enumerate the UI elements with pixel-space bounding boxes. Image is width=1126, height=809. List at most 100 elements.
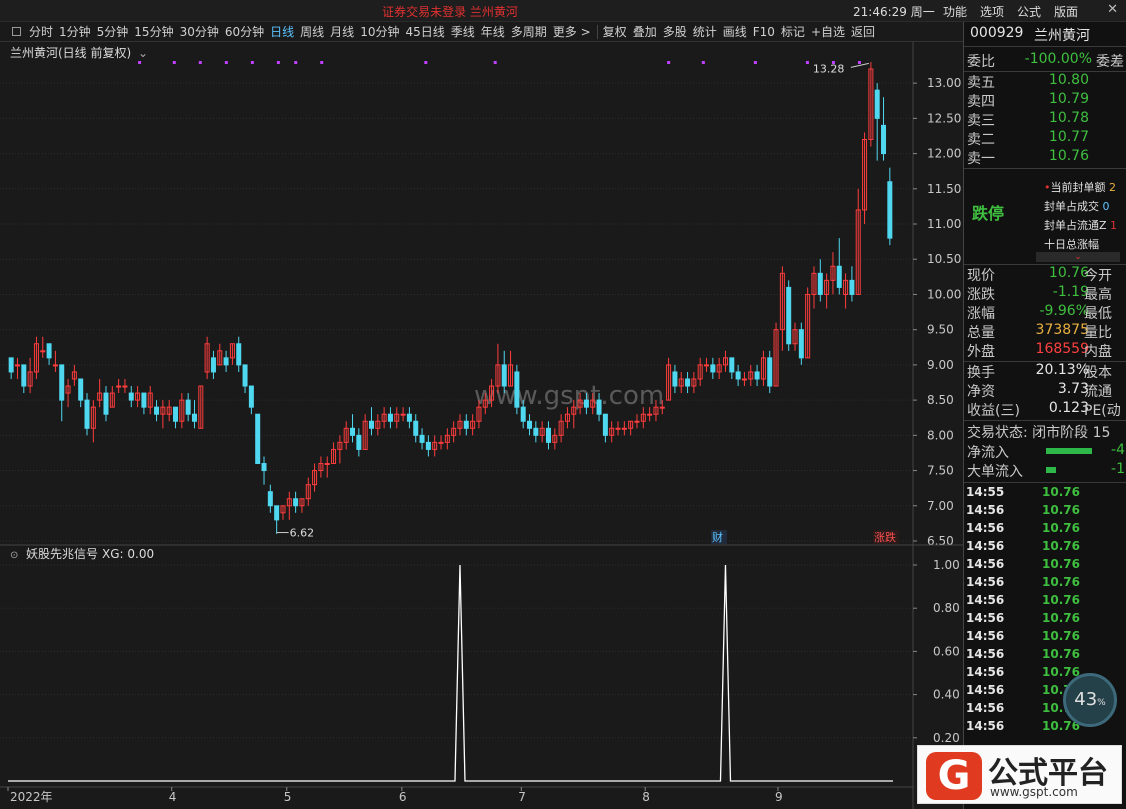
main-panel-label: 兰州黄河(日线 前复权): [10, 45, 131, 60]
candle-body: [463, 420, 469, 429]
candle-body: [849, 279, 855, 295]
tool-stats-button[interactable]: 统计: [693, 23, 717, 40]
limit-info: •当前封单额 2 封单占成交 0 封单占流通Z 1 十日总涨幅: [1044, 178, 1117, 254]
candle-body: [887, 181, 893, 239]
logo-badge: G: [926, 752, 982, 800]
tool-back-button[interactable]: 返回: [851, 23, 875, 40]
tick-price: 10.76: [1042, 557, 1080, 571]
divider: [964, 46, 1126, 47]
ask-price: 10.79: [1048, 91, 1089, 107]
candle-body: [419, 434, 425, 443]
tab-multi-period[interactable]: 多周期: [511, 23, 547, 40]
zhangdie-badge[interactable]: 涨跌: [873, 530, 899, 544]
tick-row: 14:56 10.76: [966, 593, 1126, 611]
limit-info-row: 封单占流通Z 1: [1044, 216, 1117, 235]
tick-price: 10.76: [1042, 629, 1080, 643]
tab-60min[interactable]: 60分钟: [225, 23, 264, 40]
tick-time: 14:56: [966, 611, 1005, 625]
candle-body: [406, 413, 412, 422]
candle-body: [596, 399, 602, 415]
limit-info-value: 0: [1102, 200, 1110, 213]
divider: [964, 420, 1126, 421]
date-tick-label: 6: [399, 790, 407, 804]
date-tick-label: 5: [284, 790, 292, 804]
candle-body: [786, 286, 792, 345]
stat-tail: 最低: [1084, 306, 1112, 322]
tab-more[interactable]: 更多 >: [553, 23, 591, 40]
candle-body: [615, 427, 621, 430]
ask-label: 卖一: [967, 151, 995, 167]
high-label: 13.28: [813, 62, 845, 75]
tab-15min[interactable]: 15分钟: [134, 23, 173, 40]
price-tick-label: 9.50: [927, 323, 954, 337]
date-axis: 2022年 4 5 6 7 8 9: [0, 786, 913, 804]
tool-multistock-button[interactable]: 多股: [663, 23, 687, 40]
tick-row: 14:56 10.76: [966, 539, 1126, 557]
tab-daily[interactable]: 日线: [270, 23, 294, 40]
kline-chart[interactable]: 兰州黄河(日线 前复权) ⌄ www.gspt.com 13.0012.5012…: [0, 42, 963, 809]
menu-options[interactable]: 选项: [980, 3, 1004, 20]
candle-body: [874, 89, 880, 119]
collapse-icon[interactable]: ⊙: [10, 550, 18, 561]
tick-price: 10.76: [1042, 647, 1080, 661]
stat-tail: 内盘: [1084, 344, 1112, 360]
menu-function[interactable]: 功能: [943, 3, 967, 20]
tab-10min[interactable]: 10分钟: [360, 23, 399, 40]
event-marker: [172, 61, 176, 64]
tab-1min[interactable]: 1分钟: [59, 23, 91, 40]
stat-value: 373875: [1035, 322, 1089, 338]
panel-toggle-icon[interactable]: [12, 27, 21, 36]
indicator-value: XG: 0.00: [102, 547, 154, 561]
tab-5min[interactable]: 5分钟: [97, 23, 129, 40]
ask-price: 10.76: [1048, 148, 1089, 164]
tick-time: 14:56: [966, 521, 1005, 535]
tool-draw-button[interactable]: 画线: [723, 23, 747, 40]
candle-body: [274, 505, 280, 521]
cai-badge[interactable]: 财: [711, 530, 727, 544]
ask-price: 10.78: [1048, 110, 1089, 126]
date-tick-label: 4: [169, 790, 177, 804]
tool-add-watch-button[interactable]: +自选: [811, 23, 845, 40]
tick-row: 14:56 10.76: [966, 647, 1126, 665]
tab-45day[interactable]: 45日线: [405, 23, 444, 40]
tick-row: 14:56 10.76: [966, 521, 1126, 539]
stat-label: 收益(三): [967, 403, 1020, 419]
tool-mark-button[interactable]: 标记: [781, 23, 805, 40]
candle-body: [324, 463, 330, 466]
netflow-bar: [1046, 448, 1092, 454]
limit-info-label: 十日总涨幅: [1044, 238, 1099, 251]
chevron-down-icon[interactable]: ⌄: [138, 46, 148, 60]
tick-price: 10.76: [1042, 593, 1080, 607]
menu-formula[interactable]: 公式: [1017, 3, 1041, 20]
toolbar-divider: [596, 24, 598, 39]
date-tick-label: 8: [642, 790, 650, 804]
candle-body: [501, 364, 507, 387]
tab-weekly[interactable]: 周线: [300, 23, 324, 40]
tick-row: 14:56 10.76: [966, 611, 1126, 629]
candle-body: [122, 385, 128, 388]
candle-body: [741, 378, 747, 381]
tool-adjust-button[interactable]: 复权: [603, 23, 627, 40]
menu-layout[interactable]: 版面: [1054, 3, 1078, 20]
price-tick-label: 9.00: [927, 358, 954, 372]
stat-tail: 今开: [1084, 268, 1112, 284]
tool-f10-button[interactable]: F10: [753, 25, 775, 39]
tab-30min[interactable]: 30分钟: [180, 23, 219, 40]
tab-monthly[interactable]: 月线: [330, 23, 354, 40]
close-icon[interactable]: ✕: [1107, 2, 1118, 17]
tab-yearly[interactable]: 年线: [481, 23, 505, 40]
high-arrow: [850, 62, 869, 68]
tab-timeshare[interactable]: 分时: [29, 23, 53, 40]
expand-chevron-icon[interactable]: ⌄: [1036, 252, 1120, 262]
stat-label: 总量: [967, 325, 995, 341]
candle-body: [40, 350, 46, 353]
tab-quarterly[interactable]: 季线: [451, 23, 475, 40]
candle-body: [735, 371, 741, 380]
trade-state-text: 交易状态: 闭市阶段 15: [967, 425, 1111, 441]
period-toolbar: 分时 1分钟 5分钟 15分钟 30分钟 60分钟 日线 周线 月线 10分钟 …: [0, 22, 963, 42]
ask-price: 10.80: [1048, 72, 1089, 88]
trade-state: 交易状态: 闭市阶段 15: [964, 422, 1126, 441]
candle-body: [248, 385, 254, 408]
stat-value: 10.76: [1048, 265, 1089, 281]
tool-overlay-button[interactable]: 叠加: [633, 23, 657, 40]
